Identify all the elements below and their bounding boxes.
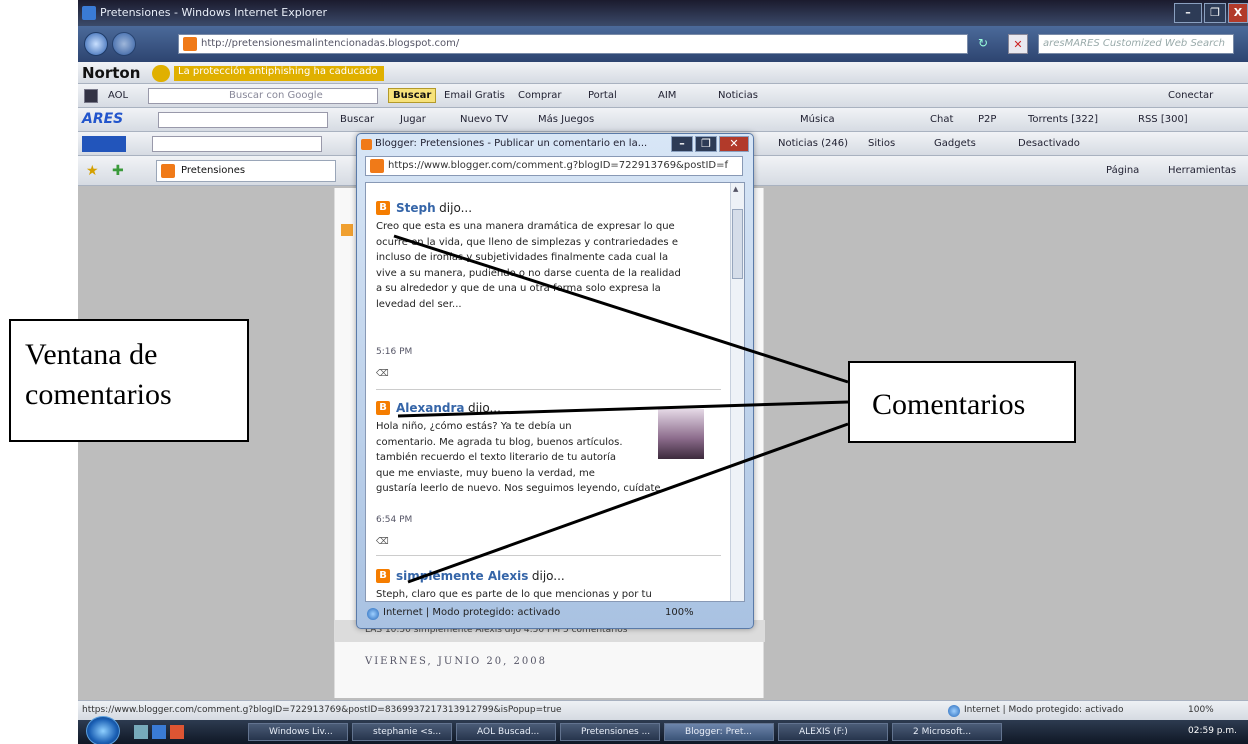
annotation-ventana-line: comentarios (25, 378, 172, 411)
annotation-ventana-line: Ventana de (25, 338, 158, 371)
arrow-to-comment-2 (397, 400, 849, 418)
arrow-to-comment-3 (407, 422, 849, 584)
arrow-to-comment-1 (393, 234, 849, 384)
annotation-comentarios-box: Comentarios (848, 361, 1076, 443)
annotation-ventana-box: Ventana de comentarios (9, 319, 249, 442)
annotation-comentarios-label: Comentarios (872, 388, 1026, 421)
